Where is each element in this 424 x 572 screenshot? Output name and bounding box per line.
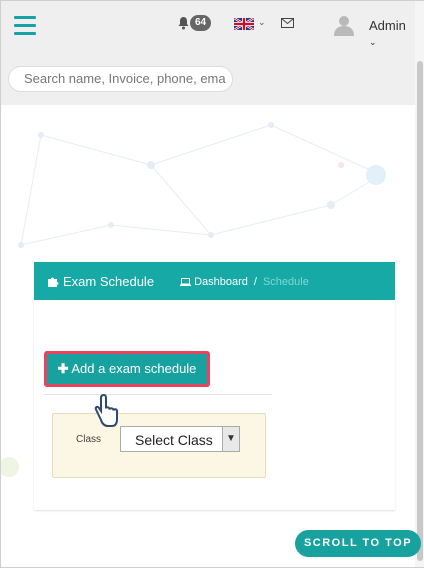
breadcrumb: Dashboard / Schedule: [180, 276, 309, 288]
breadcrumb-dashboard-link[interactable]: Dashboard: [194, 276, 248, 288]
uk-flag-icon[interactable]: [234, 18, 254, 30]
plus-icon: ✚: [57, 361, 69, 376]
mail-icon[interactable]: [281, 18, 294, 28]
notification-badge[interactable]: 64: [190, 15, 212, 31]
hamburger-icon[interactable]: [14, 16, 36, 36]
chevron-down-icon: ▼: [222, 427, 239, 451]
page-title: Exam Schedule: [48, 274, 154, 289]
user-avatar-icon[interactable]: [333, 14, 355, 36]
scroll-to-top-button[interactable]: SCROLL TO TOP: [295, 530, 421, 557]
class-select-value: Select Class: [135, 432, 213, 448]
top-bar: 64 ⌄ Admin ⌄ Search name, Invoice, phone…: [1, 1, 415, 105]
bell-icon[interactable]: [177, 16, 190, 30]
puzzle-icon: [48, 277, 59, 287]
divider: [44, 394, 272, 395]
laptop-icon: [180, 278, 191, 286]
scrollbar-thumb[interactable]: [417, 61, 423, 561]
user-menu-label[interactable]: Admin ⌄: [369, 18, 415, 48]
chevron-down-icon: ⌄: [369, 37, 377, 47]
class-select[interactable]: Select Class ▼: [120, 426, 240, 452]
class-label: Class: [76, 434, 102, 445]
pointer-hand-icon: [94, 393, 118, 427]
chevron-down-icon[interactable]: ⌄: [258, 17, 266, 28]
class-filter-panel: Class Select Class ▼: [52, 413, 266, 478]
card-header: Exam Schedule Dashboard / Schedule: [34, 262, 395, 300]
exam-schedule-card: Exam Schedule Dashboard / Schedule ✚ Add a…: [34, 262, 395, 510]
breadcrumb-current: Schedule: [262, 276, 309, 288]
breadcrumb-separator: /: [253, 276, 257, 288]
search-input[interactable]: Search name, Invoice, phone, ema: [8, 66, 233, 92]
add-exam-schedule-button[interactable]: ✚ Add a exam schedule: [44, 351, 210, 387]
